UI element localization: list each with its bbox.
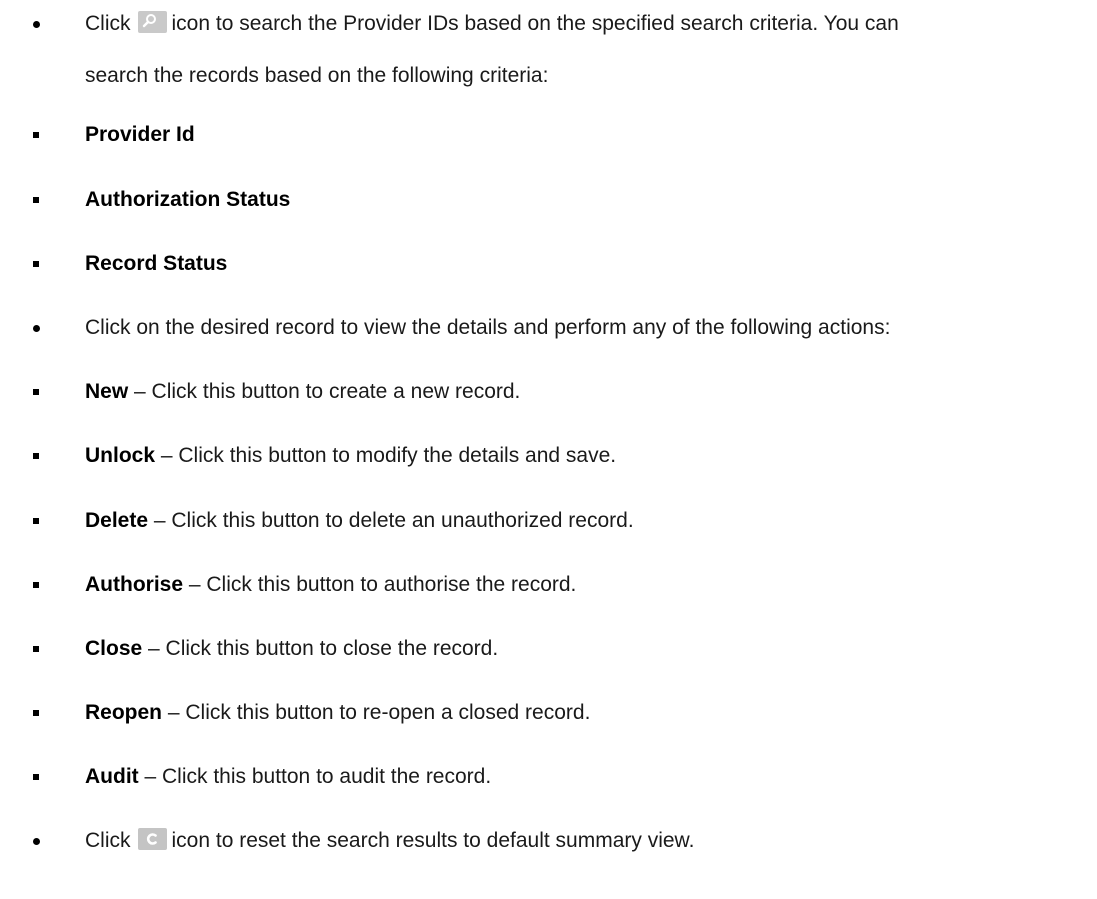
action-label: Close [85, 637, 143, 660]
action-label: Audit [85, 765, 139, 788]
criteria-label: Authorization Status [85, 188, 291, 211]
bullet-text: Click on the desired record to view the … [85, 316, 891, 339]
square-bullet [33, 582, 39, 588]
bullet-text-continuation: search the records based on the followin… [85, 64, 549, 87]
bullet-dot [33, 325, 40, 332]
action-label: Delete [85, 509, 149, 532]
square-bullet [33, 646, 39, 652]
square-bullet [33, 261, 39, 267]
action-description: – Click this button to re-open a closed … [162, 701, 591, 724]
bullet-dot [33, 21, 40, 28]
action-label: New [85, 380, 129, 403]
search-icon [137, 11, 167, 33]
square-bullet [33, 518, 39, 524]
square-bullet [33, 197, 39, 203]
bullet-text: Click icon to reset the search results to… [85, 828, 695, 852]
reset-icon [137, 828, 167, 850]
square-bullet [33, 774, 39, 780]
criteria-label: Provider Id [85, 123, 195, 146]
action-description: – Click this button to authorise the rec… [183, 573, 577, 596]
action-description: – Click this button to delete an unautho… [148, 509, 634, 532]
action-description: – Click this button to modify the detail… [155, 444, 617, 467]
bullet-text: Click icon to search the Provider IDs bas… [85, 11, 899, 35]
criteria-label: Record Status [85, 252, 228, 275]
action-label: Unlock [85, 444, 156, 467]
action-description: – Click this button to audit the record. [138, 765, 492, 788]
action-description: – Click this button to close the record. [142, 637, 499, 660]
square-bullet [33, 453, 39, 459]
action-label: Authorise [85, 573, 184, 596]
action-description: – Click this button to create a new reco… [128, 380, 521, 403]
bullet-dot [33, 838, 40, 845]
action-label: Reopen [85, 701, 163, 724]
square-bullet [33, 132, 39, 138]
square-bullet [33, 710, 39, 716]
square-bullet [33, 389, 39, 395]
